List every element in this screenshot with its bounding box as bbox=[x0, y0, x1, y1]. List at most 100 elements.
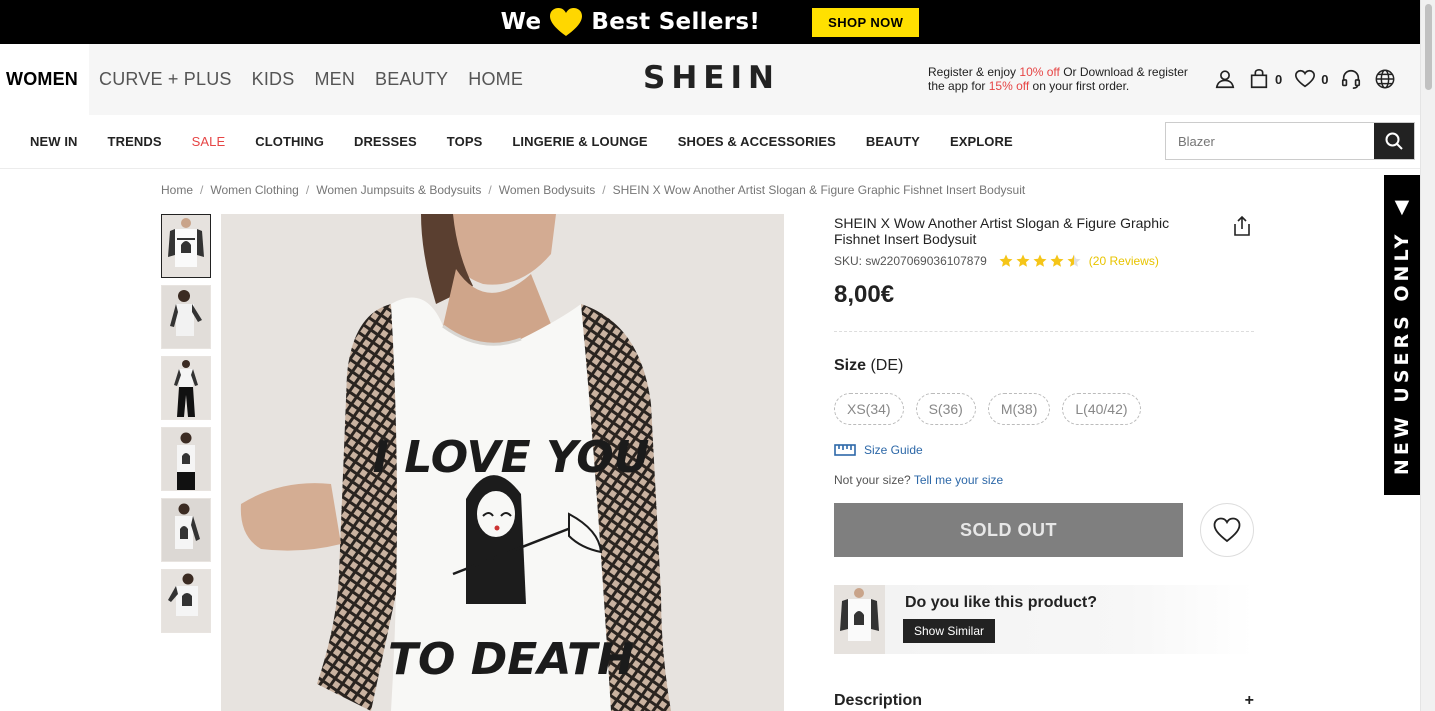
header: WOMEN CURVE + PLUS KIDS MEN BEAUTY HOME … bbox=[0, 44, 1420, 115]
breadcrumb-separator: / bbox=[305, 183, 310, 197]
nav-item-new-in[interactable]: NEW IN bbox=[30, 134, 78, 149]
language-button[interactable] bbox=[1374, 68, 1396, 90]
promo-note-line1-highlight: 10% off bbox=[1019, 65, 1060, 79]
nav-item-shoes-accessories[interactable]: SHOES & ACCESSORIES bbox=[678, 134, 836, 149]
new-users-only-label: NEW USERS ONLY ▲ bbox=[1391, 194, 1413, 476]
size-label: Size (DE) bbox=[834, 357, 903, 375]
nav-item-lingerie-lounge[interactable]: LINGERIE & LOUNGE bbox=[512, 134, 647, 149]
nav-item-beauty[interactable]: BEAUTY bbox=[866, 134, 920, 149]
similar-products-box: Do you like this product? Show Similar bbox=[834, 585, 1254, 654]
not-size-prefix: Not your size? bbox=[834, 473, 911, 487]
product-sku: SKU: sw2207069036107879 bbox=[834, 254, 987, 268]
site-logo[interactable]: SHEIN bbox=[643, 60, 780, 96]
tab-beauty[interactable]: BEAUTY bbox=[365, 44, 458, 115]
search-button[interactable] bbox=[1374, 123, 1414, 159]
size-option-s[interactable]: S(36) bbox=[915, 393, 976, 425]
heart-icon bbox=[1213, 517, 1241, 543]
register-promo-note[interactable]: Register & enjoy 10% off Or Download & r… bbox=[928, 65, 1188, 93]
nav-item-tops[interactable]: TOPS bbox=[447, 134, 483, 149]
thumbnail-5[interactable] bbox=[161, 498, 211, 562]
star-icon bbox=[999, 254, 1013, 267]
not-your-size: Not your size? Tell me your size bbox=[834, 473, 1003, 487]
breadcrumb-jumpsuits-bodysuits[interactable]: Women Jumpsuits & Bodysuits bbox=[316, 183, 481, 197]
cart-button[interactable]: 0 bbox=[1248, 68, 1282, 90]
share-icon[interactable] bbox=[1231, 215, 1253, 237]
product-price: 8,00€ bbox=[834, 281, 895, 308]
breadcrumb-bodysuits[interactable]: Women Bodysuits bbox=[499, 183, 596, 197]
thumbnail-image bbox=[162, 499, 210, 561]
breadcrumb-women-clothing[interactable]: Women Clothing bbox=[210, 183, 299, 197]
promo-note-line1-suffix: Or Download & register bbox=[1059, 65, 1188, 79]
show-similar-button[interactable]: Show Similar bbox=[903, 619, 996, 643]
search-input[interactable] bbox=[1166, 123, 1374, 159]
add-to-wishlist-button[interactable] bbox=[1200, 503, 1254, 557]
thumbnail-4[interactable] bbox=[161, 427, 211, 491]
user-icon bbox=[1215, 70, 1235, 89]
nav-item-dresses[interactable]: DRESSES bbox=[354, 134, 417, 149]
promo-banner[interactable]: We Best Sellers! SHOP NOW bbox=[0, 0, 1420, 44]
shirt-print-top: I LOVE YOU bbox=[373, 432, 650, 483]
account-button[interactable] bbox=[1214, 68, 1236, 90]
scrollbar[interactable] bbox=[1420, 0, 1435, 711]
nav-items: NEW IN TRENDS SALE CLOTHING DRESSES TOPS… bbox=[30, 115, 1013, 167]
breadcrumb-home[interactable]: Home bbox=[161, 183, 193, 197]
promo-note-line1-prefix: Register & enjoy bbox=[928, 65, 1020, 79]
product-page: We Best Sellers! SHOP NOW WOMEN CURVE + … bbox=[0, 0, 1435, 711]
thumbnail-2[interactable] bbox=[161, 285, 211, 349]
description-toggle[interactable]: Description + bbox=[834, 692, 1254, 710]
heart-icon bbox=[550, 8, 583, 36]
tab-women[interactable]: WOMEN bbox=[0, 44, 89, 115]
size-region: (DE) bbox=[870, 357, 904, 374]
thumbnail-image bbox=[162, 428, 210, 490]
promo-note-line2-highlight: 15% off bbox=[988, 79, 1030, 93]
breadcrumb-separator: / bbox=[200, 183, 204, 197]
sold-out-button[interactable]: SOLD OUT bbox=[834, 503, 1183, 557]
thumbnail-1[interactable] bbox=[161, 214, 211, 278]
cart-count: 0 bbox=[1275, 71, 1283, 87]
header-icons: 0 0 bbox=[1214, 68, 1396, 90]
heart-icon bbox=[1295, 69, 1316, 88]
size-option-m[interactable]: M(38) bbox=[987, 393, 1051, 425]
star-icon bbox=[1033, 254, 1047, 267]
similar-question: Do you like this product? bbox=[905, 594, 1098, 611]
promo-text-before: We bbox=[500, 9, 542, 35]
size-options: XS(34) S(36) M(38) L(40/42) bbox=[834, 393, 1141, 425]
product-title: SHEIN X Wow Another Artist Slogan & Figu… bbox=[834, 215, 1170, 247]
description-label: Description bbox=[834, 692, 923, 709]
sku-rating-row: SKU: sw2207069036107879 (20 Reviews) bbox=[834, 254, 1159, 268]
promo-text-after: Best Sellers! bbox=[591, 9, 761, 35]
wishlist-button[interactable]: 0 bbox=[1294, 68, 1328, 90]
new-users-only-tab[interactable]: NEW USERS ONLY ▲ bbox=[1384, 175, 1420, 495]
tab-kids[interactable]: KIDS bbox=[242, 44, 305, 115]
search-icon bbox=[1385, 132, 1403, 150]
reviews-link[interactable]: (20 Reviews) bbox=[1089, 254, 1159, 268]
thumbnail-3[interactable] bbox=[161, 356, 211, 420]
nav-item-trends[interactable]: TRENDS bbox=[108, 134, 162, 149]
tell-me-your-size-link[interactable]: Tell me your size bbox=[914, 473, 1003, 487]
tab-men[interactable]: MEN bbox=[304, 44, 365, 115]
tab-curve-plus[interactable]: CURVE + PLUS bbox=[89, 44, 242, 115]
main-product-image[interactable]: I LOVE YOU TO DEATH bbox=[221, 214, 784, 711]
size-option-xs[interactable]: XS(34) bbox=[834, 393, 904, 425]
ruler-icon bbox=[834, 444, 856, 456]
wishlist-count: 0 bbox=[1321, 71, 1329, 87]
promo-text: We Best Sellers! bbox=[501, 7, 761, 37]
thumbnail-6[interactable] bbox=[161, 569, 211, 633]
nav-item-clothing[interactable]: CLOTHING bbox=[255, 134, 324, 149]
tab-home[interactable]: HOME bbox=[458, 44, 533, 115]
scrollbar-thumb[interactable] bbox=[1425, 4, 1432, 90]
size-guide-label: Size Guide bbox=[864, 443, 923, 457]
shop-now-button[interactable]: SHOP NOW bbox=[812, 7, 920, 37]
thumbnail-image bbox=[162, 215, 210, 277]
support-button[interactable] bbox=[1340, 68, 1362, 90]
promo-note-line2-prefix: the app for bbox=[928, 79, 989, 93]
similar-thumbnail-image bbox=[834, 585, 885, 654]
thumbnail-image bbox=[162, 357, 210, 419]
nav-item-sale[interactable]: SALE bbox=[192, 134, 226, 149]
plus-icon: + bbox=[1244, 692, 1254, 709]
size-guide-link[interactable]: Size Guide bbox=[834, 443, 923, 457]
headset-icon bbox=[1342, 69, 1361, 89]
size-option-l[interactable]: L(40/42) bbox=[1062, 393, 1141, 425]
thumbnail-image bbox=[162, 570, 210, 632]
nav-item-explore[interactable]: EXPLORE bbox=[950, 134, 1013, 149]
